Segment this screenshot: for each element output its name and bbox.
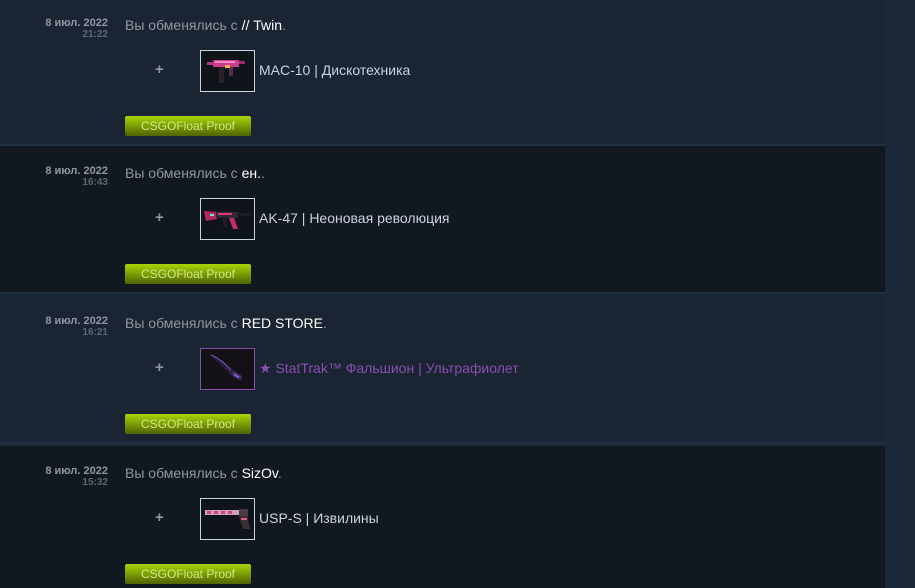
csgofloat-proof-button[interactable]: CSGOFloat Proof xyxy=(125,264,251,284)
description-prefix: Вы обменялись с xyxy=(125,17,242,33)
trade-partner-link[interactable]: // Twin xyxy=(242,17,282,33)
csgofloat-proof-button[interactable]: CSGOFloat Proof xyxy=(125,414,251,434)
falchion-knife-icon[interactable] xyxy=(200,348,255,390)
trade-description: Вы обменялись с ен.. xyxy=(125,164,265,182)
trade-time: 16:21 xyxy=(82,327,108,338)
csgofloat-proof-button[interactable]: CSGOFloat Proof xyxy=(125,116,251,136)
description-suffix: . xyxy=(323,315,327,331)
description-prefix: Вы обменялись с xyxy=(125,465,242,481)
trade-history-list: 8 июл. 2022 21:22 Вы обменялись с // Twi… xyxy=(0,0,885,588)
trade-description: Вы обменялись с // Twin. xyxy=(125,16,286,34)
item-name[interactable]: MAC-10 | Дискотехника xyxy=(259,62,410,78)
trade-time: 15:32 xyxy=(82,477,108,488)
trade-row: 8 июл. 2022 16:43 Вы обменялись с ен.. +… xyxy=(0,146,885,294)
item-name[interactable]: USP-S | Извилины xyxy=(259,510,379,526)
item-name[interactable]: ★ StatTrak™ Фальшион | Ультрафиолет xyxy=(259,360,519,376)
trade-date: 8 июл. 2022 xyxy=(45,465,108,477)
trade-partner-link[interactable]: RED STORE xyxy=(242,315,323,331)
trade-partner-link[interactable]: SizOv xyxy=(242,465,278,481)
description-prefix: Вы обменялись с xyxy=(125,165,242,181)
ak47-weapon-icon[interactable] xyxy=(200,198,255,240)
trade-time: 16:43 xyxy=(82,177,108,188)
csgofloat-proof-button[interactable]: CSGOFloat Proof xyxy=(125,564,251,584)
trade-row: 8 июл. 2022 15:32 Вы обменялись с SizOv.… xyxy=(0,446,885,588)
description-suffix: . xyxy=(282,17,286,33)
mac10-weapon-icon[interactable] xyxy=(200,50,255,92)
description-suffix: . xyxy=(277,465,282,481)
description-suffix: . xyxy=(261,165,265,181)
plus-icon: + xyxy=(155,209,164,226)
trade-date: 8 июл. 2022 xyxy=(45,17,108,29)
trade-date: 8 июл. 2022 xyxy=(45,315,108,327)
page-scrollbar-track[interactable] xyxy=(885,0,915,588)
trade-partner-link[interactable]: ен. xyxy=(242,165,261,181)
plus-icon: + xyxy=(155,509,164,526)
usps-weapon-icon[interactable] xyxy=(200,498,255,540)
trade-row: 8 июл. 2022 21:22 Вы обменялись с // Twi… xyxy=(0,0,885,146)
trade-row: 8 июл. 2022 16:21 Вы обменялись с RED ST… xyxy=(0,296,885,444)
item-name[interactable]: AK-47 | Неоновая революция xyxy=(259,210,449,226)
trade-date: 8 июл. 2022 xyxy=(45,165,108,177)
description-prefix: Вы обменялись с xyxy=(125,315,242,331)
trade-time: 21:22 xyxy=(82,29,108,40)
plus-icon: + xyxy=(155,61,164,78)
trade-description: Вы обменялись с RED STORE. xyxy=(125,314,327,332)
plus-icon: + xyxy=(155,359,164,376)
trade-description: Вы обменялись с SizOv. xyxy=(125,464,282,482)
